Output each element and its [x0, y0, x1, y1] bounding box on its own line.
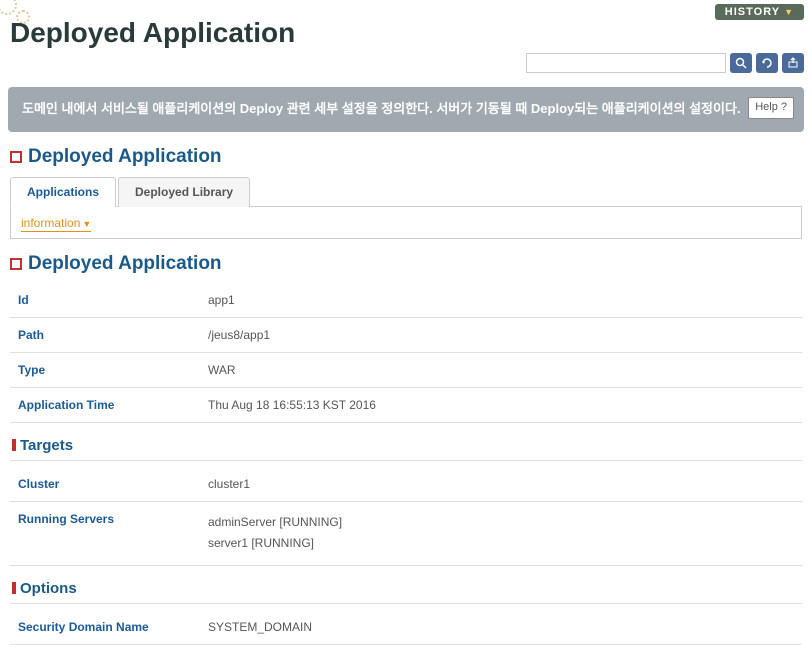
tab-applications[interactable]: Applications [10, 177, 116, 207]
subsection-marker-icon [12, 439, 16, 451]
detail-row-path: Path /jeus8/app1 [10, 318, 802, 353]
history-button[interactable]: HISTORY ▼ [715, 4, 804, 20]
detail-value: adminServer [RUNNING] server1 [RUNNING] [200, 502, 802, 565]
section-marker-icon [10, 258, 22, 270]
detail-row-id: Id app1 [10, 283, 802, 318]
subsection-marker-icon [12, 582, 16, 594]
section-marker-icon [10, 151, 22, 163]
detail-row-security-domain: Security Domain Name SYSTEM_DOMAIN [10, 610, 802, 645]
section-heading: Deployed Application [10, 253, 802, 275]
detail-label: Type [10, 353, 200, 387]
subsection-title: Targets [20, 437, 73, 454]
detail-value: /jeus8/app1 [200, 318, 802, 352]
description-text: 도메인 내에서 서비스될 애플리케이션의 Deploy 관련 세부 설정을 정의… [22, 101, 741, 116]
detail-label: Path [10, 318, 200, 352]
chevron-down-icon: ▼ [784, 7, 794, 17]
section-title: Deployed Application [28, 146, 222, 168]
page-title: Deployed Application [10, 17, 804, 49]
app-details-table: Id app1 Path /jeus8/app1 Type WAR Applic… [10, 283, 802, 423]
targets-table: Cluster cluster1 Running Servers adminSe… [10, 467, 802, 566]
information-label: information [21, 216, 80, 230]
options-table: Security Domain Name SYSTEM_DOMAIN [10, 610, 802, 645]
detail-label: Id [10, 283, 200, 317]
subsection-title: Options [20, 580, 77, 597]
targets-heading: Targets [10, 437, 802, 461]
information-dropdown[interactable]: information▼ [21, 216, 91, 232]
tab-bar: Applications Deployed Library [10, 176, 802, 207]
section-heading: Deployed Application [10, 146, 802, 168]
detail-value: SYSTEM_DOMAIN [200, 610, 802, 644]
history-label: HISTORY [725, 6, 780, 18]
detail-value: WAR [200, 353, 802, 387]
detail-label: Running Servers [10, 502, 200, 565]
section-title: Deployed Application [28, 253, 222, 275]
search-input[interactable] [526, 53, 726, 73]
search-icon[interactable] [730, 53, 752, 73]
info-dropdown-bar: information▼ [10, 207, 802, 239]
detail-label: Application Time [10, 388, 200, 422]
detail-label: Cluster [10, 467, 200, 501]
refresh-icon[interactable] [756, 53, 778, 73]
detail-row-type: Type WAR [10, 353, 802, 388]
detail-value: cluster1 [200, 467, 802, 501]
export-icon[interactable] [782, 53, 804, 73]
options-heading: Options [10, 580, 802, 604]
detail-row-cluster: Cluster cluster1 [10, 467, 802, 502]
detail-label: Security Domain Name [10, 610, 200, 644]
detail-value: Thu Aug 18 16:55:13 KST 2016 [200, 388, 802, 422]
detail-value: app1 [200, 283, 802, 317]
help-button[interactable]: Help ? [748, 97, 794, 119]
page-header: HISTORY ▼ Deployed Application [0, 0, 812, 81]
detail-row-application-time: Application Time Thu Aug 18 16:55:13 KST… [10, 388, 802, 423]
description-panel: 도메인 내에서 서비스될 애플리케이션의 Deploy 관련 세부 설정을 정의… [8, 87, 804, 132]
tab-deployed-library[interactable]: Deployed Library [118, 177, 250, 207]
toolbar-row [8, 53, 804, 73]
chevron-down-icon: ▼ [82, 219, 91, 229]
detail-row-running-servers: Running Servers adminServer [RUNNING] se… [10, 502, 802, 566]
